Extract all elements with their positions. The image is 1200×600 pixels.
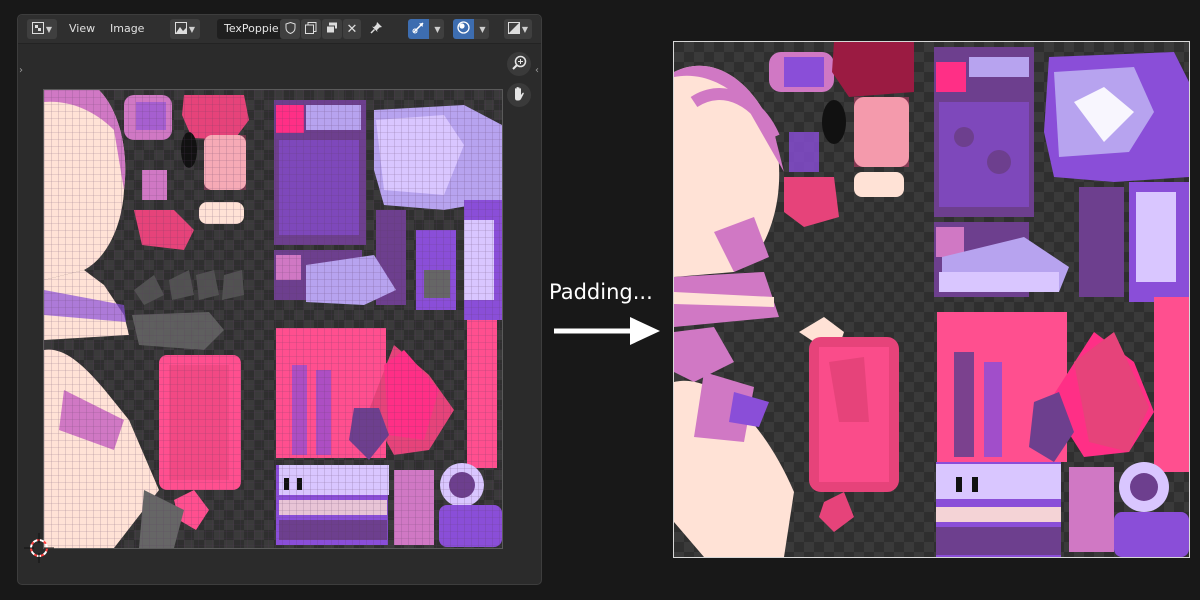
menu-image[interactable]: Image	[110, 19, 144, 39]
image-browse-button[interactable]: ▼	[170, 19, 200, 39]
arrow-right-icon	[554, 317, 660, 345]
uv-islands	[44, 90, 502, 548]
menu-view[interactable]: View	[69, 19, 95, 39]
chevron-down-icon: ▼	[188, 24, 196, 34]
display-channels-button[interactable]: ▼	[504, 19, 532, 39]
display-channels-icon	[507, 21, 520, 37]
open-image-icon	[326, 22, 338, 37]
3d-cursor-icon[interactable]	[24, 533, 54, 563]
close-icon: ✕	[346, 21, 358, 37]
sidebar-expand-icon[interactable]: ‹	[535, 65, 539, 76]
uv-editor-window: ▼ View Image ▼ TexPoppie ✕ ▼ ▼ ▼ › ‹	[17, 14, 542, 585]
chevron-down-icon: ▼	[434, 24, 441, 34]
new-image-icon	[305, 21, 317, 37]
toolbar-expand-icon[interactable]: ›	[19, 65, 23, 76]
unlink-image-button[interactable]: ✕	[343, 19, 361, 39]
zoom-icon	[511, 55, 527, 74]
overlay-dropdown[interactable]: ▼	[474, 19, 489, 39]
open-image-button[interactable]	[322, 19, 342, 39]
uv-sync-dropdown[interactable]: ▼	[429, 19, 444, 39]
overlay-icon	[457, 21, 470, 37]
uv-sync-button[interactable]	[408, 19, 429, 39]
pan-button[interactable]	[507, 83, 531, 107]
padding-caption: Padding...	[549, 280, 653, 304]
fake-user-button[interactable]	[280, 19, 300, 39]
pin-button[interactable]	[366, 19, 386, 39]
image-icon	[174, 21, 187, 37]
zoom-button[interactable]	[507, 52, 531, 76]
editor-type-button[interactable]: ▼	[27, 19, 57, 39]
chevron-down-icon: ▼	[45, 24, 53, 34]
shield-icon	[285, 21, 296, 37]
chevron-down-icon: ▼	[479, 24, 486, 34]
new-image-button[interactable]	[301, 19, 321, 39]
overlay-button[interactable]	[453, 19, 474, 39]
padded-texture-image	[674, 42, 1189, 557]
padded-texture-preview	[673, 41, 1190, 558]
hand-icon	[512, 86, 526, 105]
uv-canvas[interactable]	[43, 89, 503, 549]
chevron-down-icon: ▼	[521, 24, 529, 34]
uv-sync-icon	[412, 21, 425, 37]
uv-editor-icon	[31, 21, 44, 37]
pin-icon	[369, 21, 383, 37]
editor-header: ▼ View Image ▼ TexPoppie ✕ ▼ ▼ ▼	[18, 15, 541, 44]
